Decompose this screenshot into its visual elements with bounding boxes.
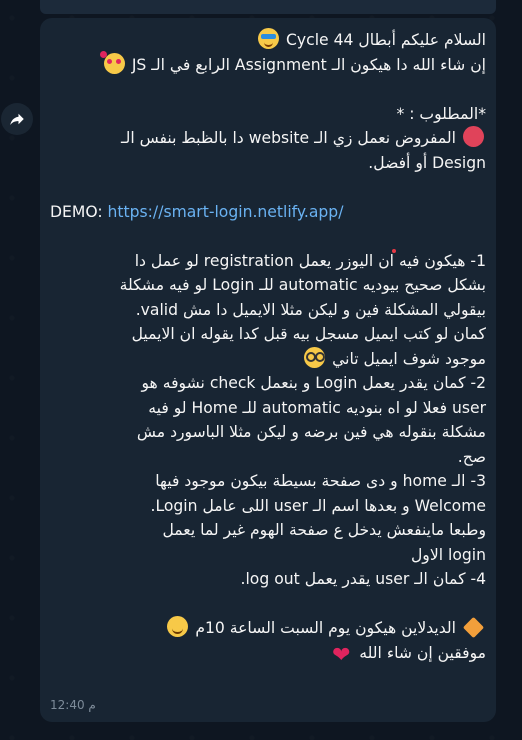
message-line: 2- كمان يقدر يعمل Login و بنعمل check نش… bbox=[141, 374, 486, 392]
message-line: الديدلاين هيكون يوم السبت الساعة 10م bbox=[50, 616, 486, 641]
demo-line: DEMO: https://smart-login.netlify.app/ bbox=[50, 202, 344, 221]
smiling-face-emoji-icon bbox=[167, 616, 189, 637]
message-line: 1- هيكون فيه ان اليوزر يعمل registration… bbox=[134, 251, 486, 270]
share-arrow-icon bbox=[10, 113, 24, 125]
message-line bbox=[50, 77, 486, 102]
message-line: بيقولي المشكلة فين و ليكن مثلا الايميل د… bbox=[135, 300, 486, 319]
message-line: وطبعا ماينفعش يدخل ع صفحة الهوم غير لما … bbox=[162, 521, 486, 539]
red-dot-artifact bbox=[392, 249, 396, 253]
star-struck-emoji-icon bbox=[258, 28, 280, 49]
message-line: بشكل صحيح بيوديه automatic للـ Login لو … bbox=[119, 276, 486, 294]
message-line: السلام عليكم أبطال Cycle 44 bbox=[50, 28, 486, 53]
message-line: صح. bbox=[457, 447, 486, 466]
nerd-face-emoji-icon bbox=[304, 346, 326, 368]
message-line: user فعلا لو اه بنوديه automatic للـ Hom… bbox=[148, 398, 486, 417]
message-line: موجود شوف ايميل تاني bbox=[50, 346, 486, 372]
message-line: Design أو أفضل. bbox=[368, 153, 486, 172]
message-text: السلام عليكم أبطال Cycle 44 إن شاء الله … bbox=[50, 28, 486, 666]
message-bubble[interactable]: السلام عليكم أبطال Cycle 44 إن شاء الله … bbox=[40, 18, 496, 722]
message-line: مشكلة بنقوله هي فين برضه و ليكن مثلا الب… bbox=[136, 423, 486, 441]
message-timestamp: 12:40 م bbox=[50, 698, 96, 712]
message-line bbox=[50, 224, 486, 249]
time-text: 12:40 bbox=[50, 698, 85, 712]
message-line bbox=[50, 175, 486, 200]
message-line: 3- الـ home و دى صفحة بسيطة بيكون موجود … bbox=[155, 472, 486, 490]
orange-diamond-icon bbox=[462, 616, 485, 639]
message-line bbox=[50, 592, 486, 617]
forward-button[interactable] bbox=[1, 103, 33, 135]
message-line: login الاول bbox=[410, 545, 486, 564]
message-line: 4- كمان الـ user يقدر يعمل log out. bbox=[240, 570, 487, 588]
message-line: المفروض نعمل زي الـ website دا بالظبط بن… bbox=[50, 126, 486, 151]
red-heart-icon: ❤ bbox=[332, 642, 351, 668]
previous-message-edge bbox=[40, 0, 496, 14]
message-line: كمان لو كتب ايميل مسجل بيه قبل كدا يقوله… bbox=[131, 325, 486, 343]
message-line: Welcome و بعدها اسم الـ user اللى عامل L… bbox=[150, 496, 486, 515]
smiling-hearts-emoji-icon bbox=[99, 50, 125, 74]
demo-link[interactable]: https://smart-login.netlify.app/ bbox=[108, 203, 344, 221]
message-line: *المطلوب : * bbox=[396, 104, 486, 123]
red-circle-icon bbox=[463, 126, 484, 147]
time-suffix: م bbox=[88, 698, 96, 712]
message-line: موفقين إن شاء الله ❤ bbox=[332, 642, 486, 668]
message-line: إن شاء الله دا هيكون الـ Assignment الرا… bbox=[50, 50, 486, 78]
